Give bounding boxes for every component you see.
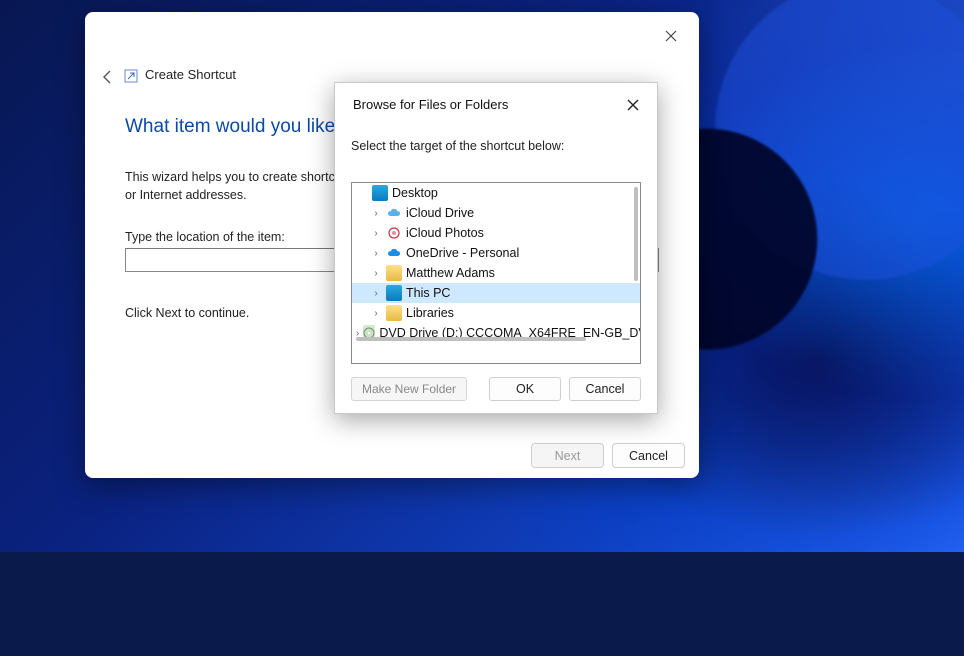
cloud-icon: [386, 205, 402, 221]
back-arrow-icon[interactable]: [97, 66, 119, 88]
horizontal-scrollbar[interactable]: [356, 337, 586, 341]
tree-item-label: Matthew Adams: [406, 266, 495, 280]
cancel-button[interactable]: Cancel: [569, 377, 641, 401]
folder-icon: [386, 265, 402, 281]
chevron-right-icon[interactable]: ›: [370, 268, 382, 279]
tree-item-libraries[interactable]: › Libraries: [352, 303, 640, 323]
tree-item-label: Libraries: [406, 306, 454, 320]
onedrive-icon: [386, 245, 402, 261]
dialog-title: Browse for Files or Folders: [353, 97, 508, 112]
make-new-folder-button[interactable]: Make New Folder: [351, 377, 467, 401]
tree-item-icloud-photos[interactable]: › iCloud Photos: [352, 223, 640, 243]
chevron-right-icon[interactable]: ›: [370, 288, 382, 299]
chevron-right-icon[interactable]: ›: [370, 208, 382, 219]
browse-dialog: Browse for Files or Folders Select the t…: [334, 82, 658, 414]
tree-item-label: OneDrive - Personal: [406, 246, 519, 260]
close-icon[interactable]: [659, 24, 683, 48]
tree-item-onedrive[interactable]: › OneDrive - Personal: [352, 243, 640, 263]
desktop-icon: [372, 185, 388, 201]
cancel-button[interactable]: Cancel: [612, 443, 685, 468]
ok-button[interactable]: OK: [489, 377, 561, 401]
window-title: Create Shortcut: [145, 67, 236, 82]
shortcut-icon: [123, 68, 139, 84]
next-button[interactable]: Next: [531, 443, 604, 468]
tree-item-label: iCloud Drive: [406, 206, 474, 220]
tree-item-user[interactable]: › Matthew Adams: [352, 263, 640, 283]
tree-item-desktop[interactable]: Desktop: [352, 183, 640, 203]
pc-icon: [386, 285, 402, 301]
tree-item-this-pc[interactable]: › This PC: [352, 283, 640, 303]
tree-item-label: iCloud Photos: [406, 226, 484, 240]
chevron-right-icon[interactable]: ›: [370, 228, 382, 239]
tree-item-label: Desktop: [392, 186, 438, 200]
close-icon[interactable]: [621, 93, 645, 117]
chevron-right-icon[interactable]: ›: [370, 248, 382, 259]
chevron-right-icon[interactable]: ›: [370, 308, 382, 319]
dialog-instruction: Select the target of the shortcut below:: [351, 139, 564, 153]
tree-item-label: This PC: [406, 286, 450, 300]
folder-tree[interactable]: Desktop › iCloud Drive › iCloud Photos: [351, 182, 641, 364]
folder-icon: [386, 305, 402, 321]
vertical-scrollbar[interactable]: [634, 187, 638, 281]
tree-item-icloud-drive[interactable]: › iCloud Drive: [352, 203, 640, 223]
continue-hint: Click Next to continue.: [125, 306, 249, 320]
location-label: Type the location of the item:: [125, 230, 285, 244]
photos-icon: [386, 225, 402, 241]
